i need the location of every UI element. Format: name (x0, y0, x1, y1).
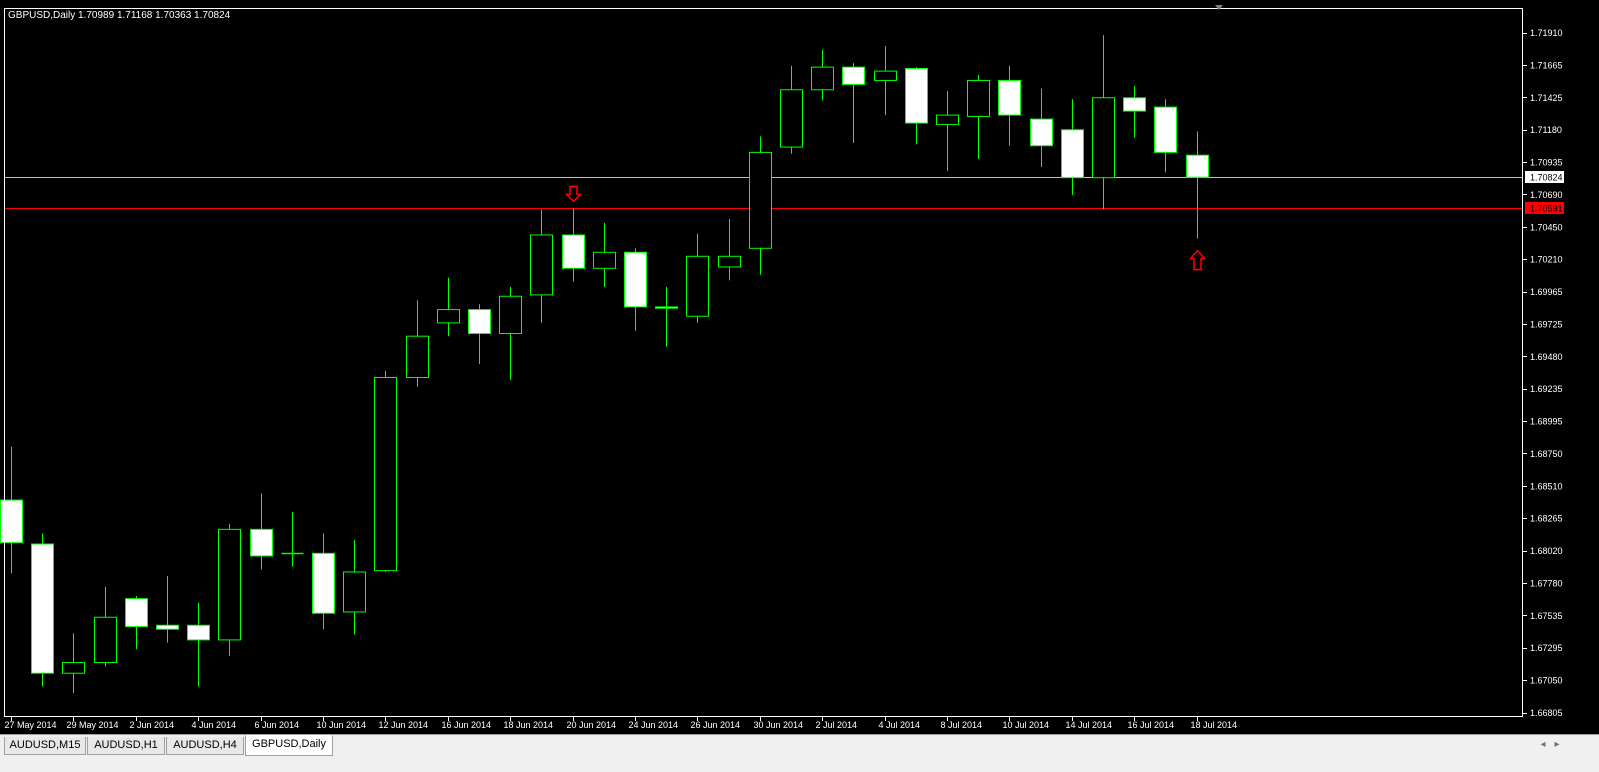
time-axis-label: 30 Jun 2014 (754, 720, 804, 730)
time-axis-label: 24 Jun 2014 (629, 720, 679, 730)
candle-body (1186, 154, 1209, 178)
price-axis-label: 1.67050 (1530, 676, 1563, 686)
price-axis-label: 1.70935 (1530, 158, 1563, 168)
candle-body (936, 114, 959, 125)
chart-tab-bar: AUDUSD,M15 AUDUSD,H1 AUDUSD,H4 GBPUSD,Da… (0, 734, 1599, 772)
candle-body (374, 376, 397, 572)
price-axis-label: 1.69480 (1530, 352, 1563, 362)
candle-body (874, 70, 897, 81)
price-axis-label: 1.66805 (1530, 708, 1563, 718)
scroll-right-icon[interactable]: ▸ (1551, 738, 1563, 752)
time-axis-label: 10 Jul 2014 (1003, 720, 1050, 730)
time-axis-label: 18 Jul 2014 (1191, 720, 1238, 730)
candle-body (343, 571, 366, 613)
tab-audusd-h4[interactable]: AUDUSD,H4 (166, 737, 244, 755)
time-axis-label: 18 Jun 2014 (504, 720, 554, 730)
time-axis-label: 2 Jul 2014 (816, 720, 858, 730)
red-line-label: 1.70591 (1530, 204, 1563, 214)
candle-body (1092, 97, 1115, 179)
candle-body (156, 624, 179, 630)
candle-body (718, 255, 741, 268)
time-axis-label: 10 Jun 2014 (317, 720, 367, 730)
price-axis-label: 1.67535 (1530, 611, 1563, 621)
candle (218, 524, 241, 656)
candle-body (218, 528, 241, 641)
candle-body (31, 543, 54, 674)
candle-body (1154, 106, 1177, 153)
candle-body (94, 616, 117, 664)
candle-body (1030, 118, 1053, 147)
candle-body (905, 67, 928, 124)
candle-body (811, 66, 834, 91)
tab-audusd-m15[interactable]: AUDUSD,M15 (4, 737, 86, 755)
candle-body (250, 528, 273, 557)
candle-body (780, 89, 803, 148)
candle-body (655, 306, 678, 309)
chart-header-info: GBPUSD,Daily 1.70989 1.71168 1.70363 1.7… (8, 10, 231, 21)
price-axis-label: 1.68020 (1530, 546, 1563, 556)
price-axis-label: 1.71180 (1530, 125, 1562, 135)
time-axis-label: 4 Jun 2014 (192, 720, 237, 730)
price-axis-label: 1.71665 (1530, 60, 1563, 70)
time-axis-label: 8 Jul 2014 (941, 720, 983, 730)
candle-body (530, 234, 553, 296)
candle-body (0, 499, 23, 544)
candle-body (1061, 129, 1084, 179)
scroll-left-icon[interactable]: ◂ (1537, 738, 1549, 752)
candle-body (125, 598, 148, 628)
price-axis-label: 1.68265 (1530, 514, 1563, 524)
time-axis-label: 6 Jun 2014 (255, 720, 300, 730)
candle-body (686, 255, 709, 317)
tab-audusd-h1[interactable]: AUDUSD,H1 (87, 737, 165, 755)
candle-body (406, 335, 429, 378)
candle (31, 533, 54, 687)
candle-body (593, 251, 616, 269)
candle-body (62, 662, 85, 674)
price-axis-label: 1.67295 (1530, 643, 1563, 653)
price-axis-label: 1.67780 (1530, 578, 1563, 588)
time-axis-label: 29 May 2014 (67, 720, 119, 730)
candle-body (967, 79, 990, 117)
candle (374, 370, 397, 572)
price-axis-label: 1.69965 (1530, 287, 1563, 297)
chart-area[interactable]: 1.71910 1.71665 1.71425 1.71180 1.70935 1.706… (0, 0, 1599, 734)
time-axis-label: 16 Jul 2014 (1128, 720, 1175, 730)
candle-body (749, 151, 772, 249)
candle-body (998, 79, 1021, 116)
candle-body (312, 552, 335, 614)
price-axis-label: 1.71910 (1530, 28, 1563, 38)
candle-body (624, 251, 647, 308)
time-axis-label: 26 Jun 2014 (691, 720, 741, 730)
time-axis-label: 27 May 2014 (5, 720, 57, 730)
price-axis-label: 1.68510 (1530, 481, 1563, 491)
price-axis-label: 1.71425 (1530, 93, 1563, 103)
candle-body (437, 309, 460, 324)
price-axis-label: 1.68995 (1530, 417, 1563, 427)
candle-body (499, 295, 522, 335)
time-axis-label: 14 Jul 2014 (1066, 720, 1113, 730)
price-axis-label: 1.70450 (1530, 222, 1563, 232)
time-axis-label: 20 Jun 2014 (567, 720, 617, 730)
time-axis-label: 16 Jun 2014 (442, 720, 492, 730)
time-axis-label: 2 Jun 2014 (130, 720, 175, 730)
price-axis-label: 1.68750 (1530, 449, 1563, 459)
current-price-label: 1.70824 (1530, 173, 1563, 183)
candle-body (187, 624, 210, 641)
time-axis-label: 4 Jul 2014 (879, 720, 921, 730)
price-axis-label: 1.69235 (1530, 384, 1563, 394)
price-axis-label: 1.69725 (1530, 319, 1563, 329)
candle-body (842, 66, 865, 85)
price-axis-label: 1.70690 (1530, 190, 1563, 200)
candle-body (562, 234, 585, 269)
tab-gbpusd-daily[interactable]: GBPUSD,Daily (245, 735, 333, 756)
price-axis-label: 1.70210 (1530, 255, 1563, 265)
time-axis-label: 12 Jun 2014 (379, 720, 429, 730)
candle-body (468, 309, 491, 335)
candle-body (1123, 97, 1146, 112)
